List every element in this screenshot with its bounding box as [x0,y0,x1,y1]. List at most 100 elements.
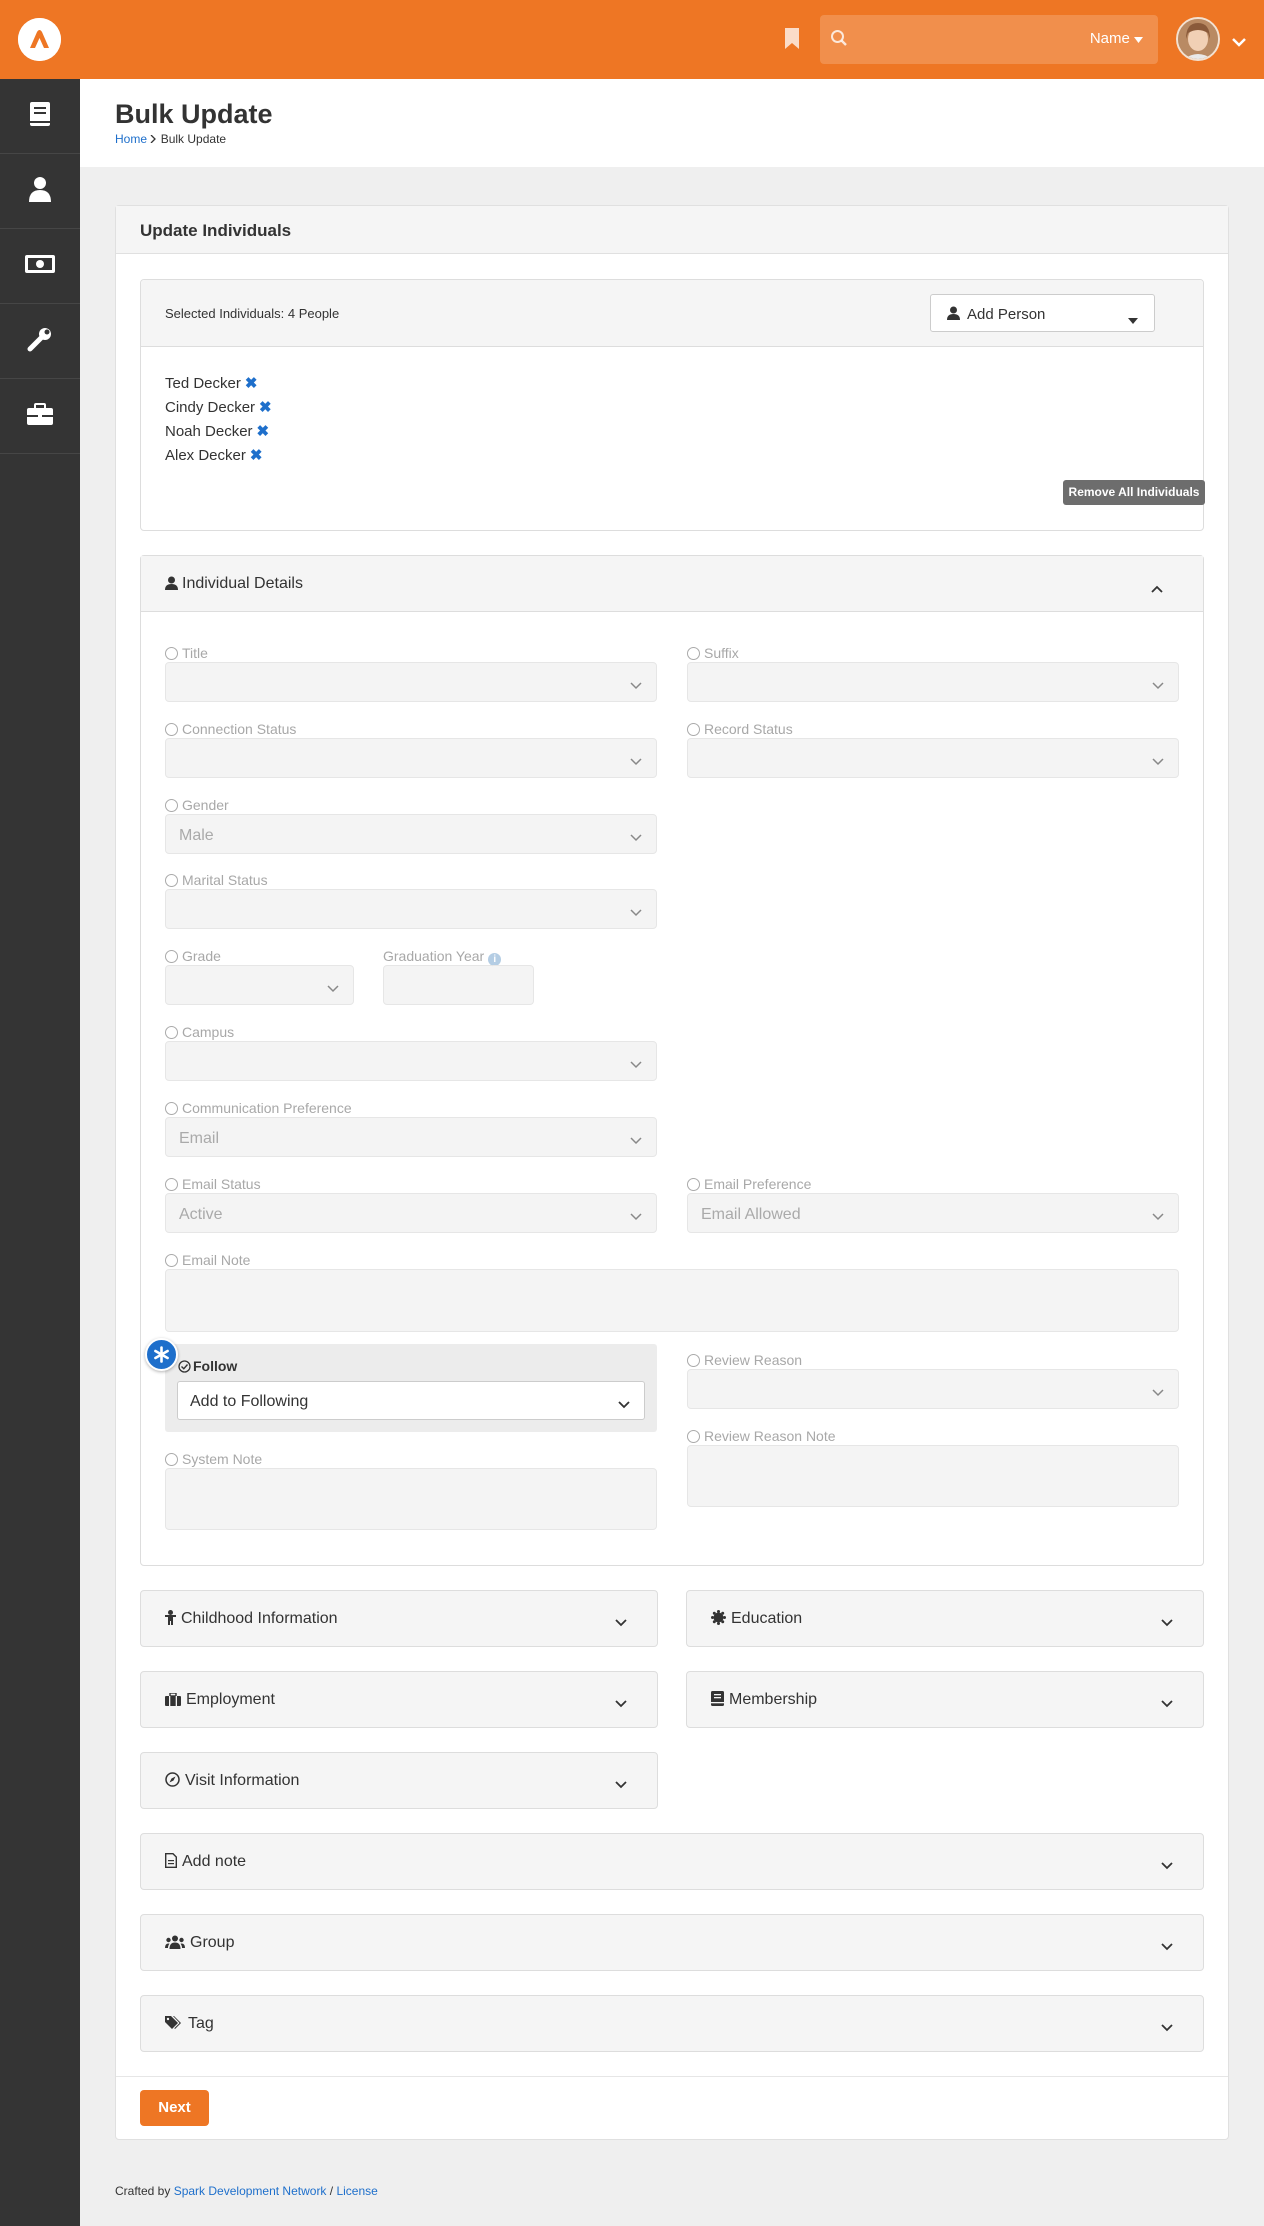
child-icon [165,1610,176,1625]
system-note-textarea[interactable] [165,1468,657,1530]
email-status-radio[interactable] [165,1178,178,1191]
breadcrumb-home[interactable]: Home [115,132,147,146]
nav-item-people[interactable] [0,154,80,229]
suffix-select[interactable] [687,662,1179,702]
suffix-field-label[interactable]: Suffix [687,645,739,661]
campus-select[interactable] [165,1041,657,1081]
graduation-year-input[interactable] [383,965,517,1005]
calendar-addon[interactable] [493,965,534,1005]
gender-select[interactable]: Male [165,814,657,854]
education-section[interactable]: Education [686,1590,1204,1647]
marital-status-field-label[interactable]: Marital Status [165,872,268,888]
record-status-field-label[interactable]: Record Status [687,721,793,737]
follow-field-label[interactable]: Follow [178,1358,237,1374]
remove-person-icon[interactable]: ✖ [245,375,258,392]
visit-information-section[interactable]: Visit Information [140,1752,658,1809]
marital-status-select[interactable] [165,889,657,929]
remove-all-individuals-button[interactable]: Remove All Individuals [1063,480,1205,505]
employment-section[interactable]: Employment [140,1671,658,1728]
remove-person-icon[interactable]: ✖ [250,447,263,464]
next-button[interactable]: Next [140,2090,209,2126]
avatar[interactable] [1176,17,1220,61]
rock-logo-icon[interactable] [18,18,61,61]
review-reason-note-radio[interactable] [687,1430,700,1443]
search-scope-dropdown[interactable]: Name [1090,30,1143,47]
review-reason-note-textarea[interactable] [687,1445,1179,1507]
grade-select[interactable] [165,965,354,1005]
email-note-field-label[interactable]: Email Note [165,1252,250,1268]
email-status-field-label[interactable]: Email Status [165,1176,261,1192]
chevron-up-icon[interactable] [1151,580,1163,598]
system-note-radio[interactable] [165,1453,178,1466]
review-reason-select[interactable] [687,1369,1179,1409]
person-name: Noah Decker [165,423,253,440]
follow-select[interactable]: Add to Following [177,1381,645,1420]
compass-icon [165,1772,180,1787]
marital-status-radio[interactable] [165,874,178,887]
email-note-radio[interactable] [165,1254,178,1267]
gender-radio[interactable] [165,799,178,812]
footer-license-link[interactable]: License [336,2184,377,2198]
footer: Crafted by Spark Development Network / L… [115,2184,378,2198]
search-input[interactable] [860,25,1060,53]
title-select[interactable] [165,662,657,702]
search-box[interactable]: Name [820,15,1158,64]
nav-item-finance[interactable] [0,229,80,304]
title-field-label[interactable]: Title [165,645,208,661]
gender-field-label[interactable]: Gender [165,797,229,813]
grade-field-label[interactable]: Grade [165,948,221,964]
wrench-icon [27,326,53,357]
membership-section[interactable]: Membership [686,1671,1204,1728]
connection-status-field-label[interactable]: Connection Status [165,721,296,737]
review-reason-note-field-label[interactable]: Review Reason Note [687,1428,836,1444]
email-status-select[interactable]: Active [165,1193,657,1233]
childhood-information-section[interactable]: Childhood Information [140,1590,658,1647]
email-preference-radio[interactable] [687,1178,700,1191]
record-status-radio[interactable] [687,723,700,736]
suffix-radio[interactable] [687,647,700,660]
communication-preference-field-label[interactable]: Communication Preference [165,1100,352,1116]
system-note-field-label[interactable]: System Note [165,1451,262,1467]
email-preference-select[interactable]: Email Allowed [687,1193,1179,1233]
email-note-textarea[interactable] [165,1269,1179,1332]
add-person-button[interactable]: Add Person [930,294,1155,332]
label-text: Marital Status [182,872,268,888]
campus-field-label[interactable]: Campus [165,1024,234,1040]
communication-preference-select[interactable]: Email [165,1117,657,1157]
nav-item-admin[interactable] [0,379,80,454]
connection-status-radio[interactable] [165,723,178,736]
campus-radio[interactable] [165,1026,178,1039]
section-title: Add note [165,1853,246,1871]
bookmark-icon[interactable] [784,28,800,54]
tag-section[interactable]: Tag [140,1995,1204,2052]
review-reason-field-label[interactable]: Review Reason [687,1352,802,1368]
chevron-down-icon [630,753,642,771]
individual-details-section: Individual Details Title Suffix Connecti… [140,555,1204,1566]
remove-person-icon[interactable]: ✖ [257,423,270,440]
email-preference-field-label[interactable]: Email Preference [687,1176,811,1192]
chevron-down-icon[interactable] [1232,34,1246,52]
individual-details-header[interactable]: Individual Details [141,556,1203,612]
briefcase-icon [165,1692,181,1706]
individual-details-title: Individual Details [165,575,303,593]
money-icon [24,254,56,279]
label-text: Group [190,1934,235,1951]
remove-person-icon[interactable]: ✖ [259,399,272,416]
footer-org-link[interactable]: Spark Development Network [174,2184,327,2198]
briefcase-icon [26,402,54,431]
chevron-down-icon [1161,2019,1173,2037]
connection-status-select[interactable] [165,738,657,778]
section-title: Group [165,1934,234,1952]
add-note-section[interactable]: Add note [140,1833,1204,1890]
review-reason-radio[interactable] [687,1354,700,1367]
communication-preference-radio[interactable] [165,1102,178,1115]
record-status-select[interactable] [687,738,1179,778]
section-title: Visit Information [165,1772,299,1790]
title-radio[interactable] [165,647,178,660]
group-section[interactable]: Group [140,1914,1204,1971]
grade-radio[interactable] [165,950,178,963]
nav-item-tools[interactable] [0,304,80,379]
side-navigation [0,79,80,2226]
update-individuals-panel: Update Individuals Selected Individuals:… [115,205,1229,2140]
nav-item-content[interactable] [0,79,80,154]
